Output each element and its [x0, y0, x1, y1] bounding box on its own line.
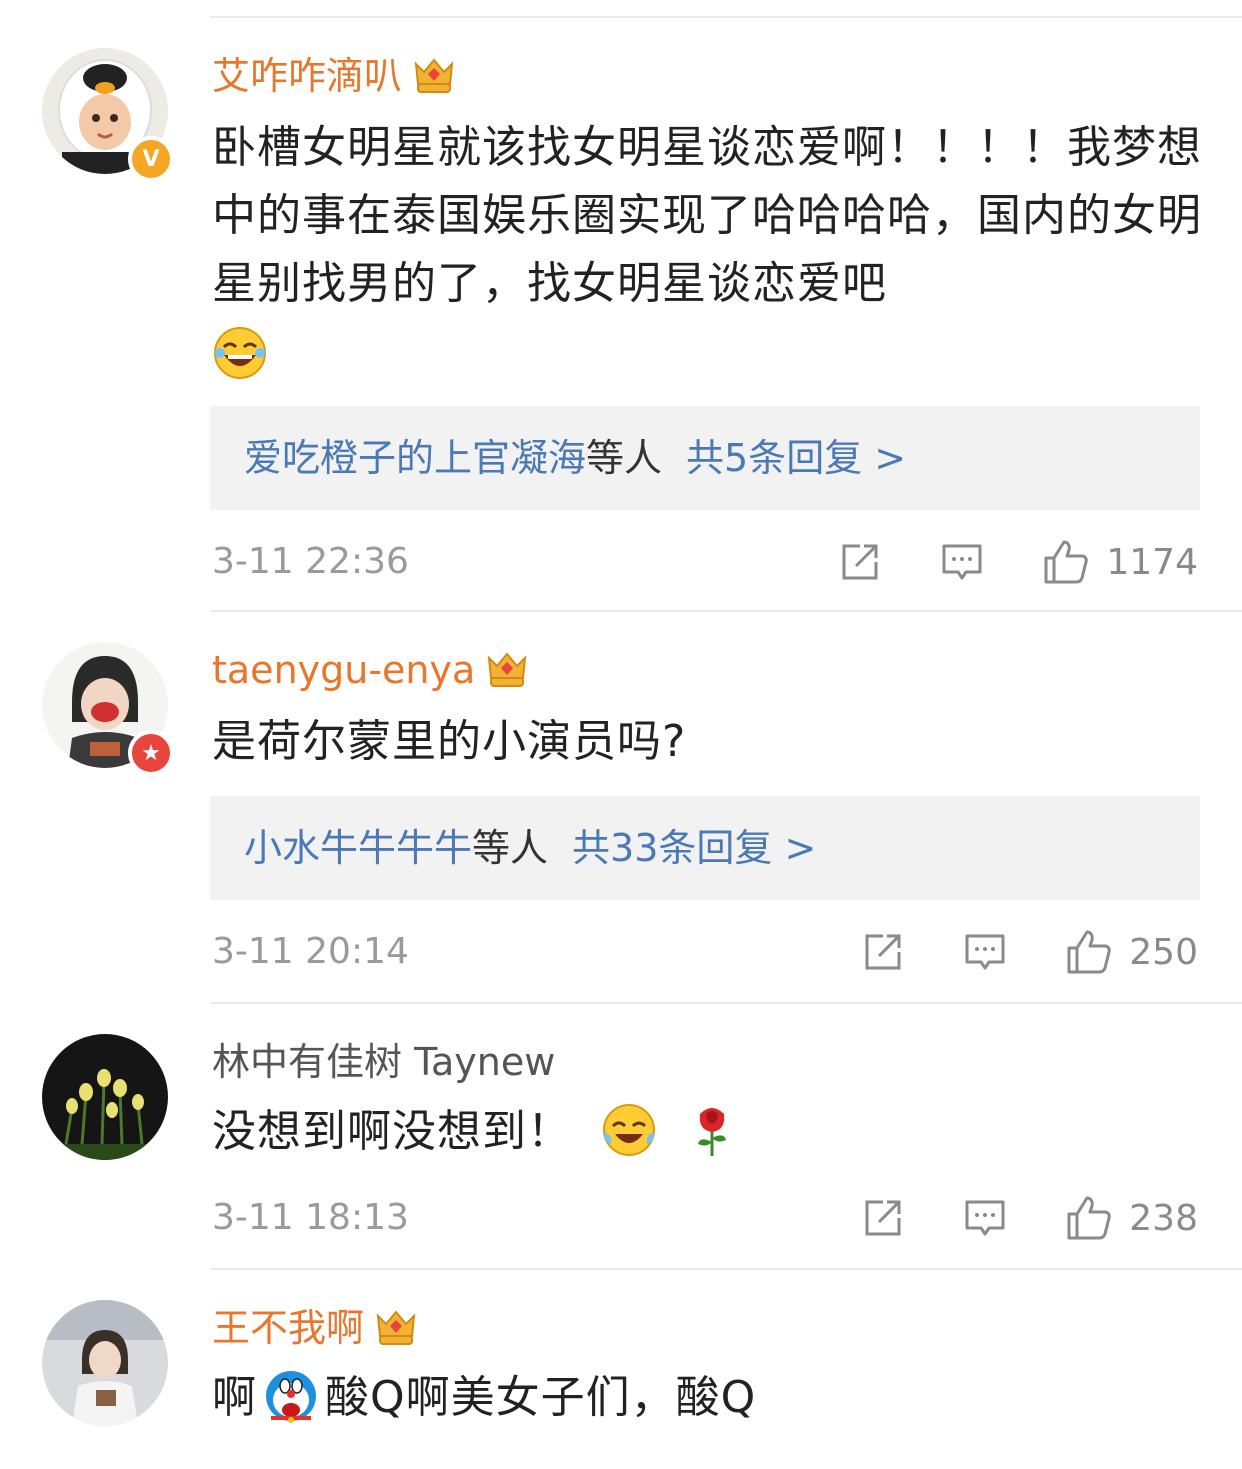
- reply-button[interactable]: [963, 1196, 1007, 1240]
- doraemon-emoji-icon: [266, 1371, 316, 1423]
- comment-actions: 238: [803, 1193, 1198, 1243]
- reply-suffix: 等人: [472, 826, 549, 870]
- username[interactable]: 林中有佳树 Taynew: [212, 1038, 555, 1086]
- like-count: 250: [1129, 931, 1198, 973]
- comment-actions: 1174: [780, 537, 1198, 587]
- like-count: 1174: [1106, 541, 1198, 583]
- share-icon: [861, 930, 905, 974]
- share-icon: [861, 1196, 905, 1240]
- like-button[interactable]: 238: [1065, 1194, 1198, 1242]
- crown-level-icon: [374, 1306, 418, 1348]
- thumbs-up-icon: [1065, 928, 1113, 976]
- star-badge-icon: ★: [128, 730, 174, 776]
- username[interactable]: 艾咋咋滴叭: [212, 52, 456, 100]
- divider: [210, 610, 1242, 612]
- replies-summary[interactable]: 爱吃橙子的上官凝海等人 共5条回复 >: [210, 406, 1200, 510]
- reply-button[interactable]: [940, 540, 984, 584]
- avatar[interactable]: [42, 1300, 168, 1426]
- comment-time: 3-11 22:36: [212, 541, 409, 582]
- rose-emoji-icon: [698, 1108, 726, 1156]
- comment-time: 3-11 20:14: [212, 931, 409, 972]
- reply-users[interactable]: 小水牛牛牛牛: [244, 826, 472, 870]
- comment-icon: [940, 540, 984, 584]
- crown-level-icon: [412, 54, 456, 96]
- like-button[interactable]: 1174: [1042, 538, 1198, 586]
- verified-badge-icon: V: [128, 136, 174, 182]
- tears-of-joy-emoji-icon: [603, 1104, 655, 1156]
- comment-icon: [963, 1196, 1007, 1240]
- avatar[interactable]: [42, 1034, 168, 1160]
- comment-text: 啊 酸Q啊美女子们，酸Q: [212, 1364, 1202, 1432]
- crown-level-icon: [485, 648, 529, 690]
- reply-suffix: 等人: [586, 436, 663, 480]
- comment-icon: [963, 930, 1007, 974]
- reply-count-link[interactable]: 共5条回复 >: [686, 436, 906, 480]
- reply-count-link[interactable]: 共33条回复 >: [572, 826, 816, 870]
- comment-text: 没想到啊没想到！: [212, 1098, 1202, 1166]
- like-button[interactable]: 250: [1065, 928, 1198, 976]
- username[interactable]: taenygu-enya: [212, 646, 529, 694]
- comment-time: 3-11 18:13: [212, 1197, 409, 1238]
- share-button[interactable]: [861, 930, 905, 974]
- thumbs-up-icon: [1065, 1194, 1113, 1242]
- divider: [210, 16, 1242, 18]
- share-button[interactable]: [838, 540, 882, 584]
- reply-users[interactable]: 爱吃橙子的上官凝海: [244, 436, 586, 480]
- divider: [210, 1002, 1242, 1004]
- share-button[interactable]: [861, 1196, 905, 1240]
- reply-button[interactable]: [963, 930, 1007, 974]
- laughing-emoji-icon: [214, 327, 266, 379]
- comment-actions: 250: [803, 927, 1198, 977]
- comment-text: 卧槽女明星就该找女明星谈恋爱啊！！！！我梦想中的事在泰国娱乐圈实现了哈哈哈哈，国…: [212, 114, 1202, 386]
- replies-summary[interactable]: 小水牛牛牛牛等人 共33条回复 >: [210, 796, 1200, 900]
- share-icon: [838, 540, 882, 584]
- thumbs-up-icon: [1042, 538, 1090, 586]
- username[interactable]: 王不我啊: [212, 1304, 418, 1352]
- divider: [210, 1268, 1242, 1270]
- like-count: 238: [1129, 1197, 1198, 1239]
- comment-text: 是荷尔蒙里的小演员吗?: [212, 716, 687, 767]
